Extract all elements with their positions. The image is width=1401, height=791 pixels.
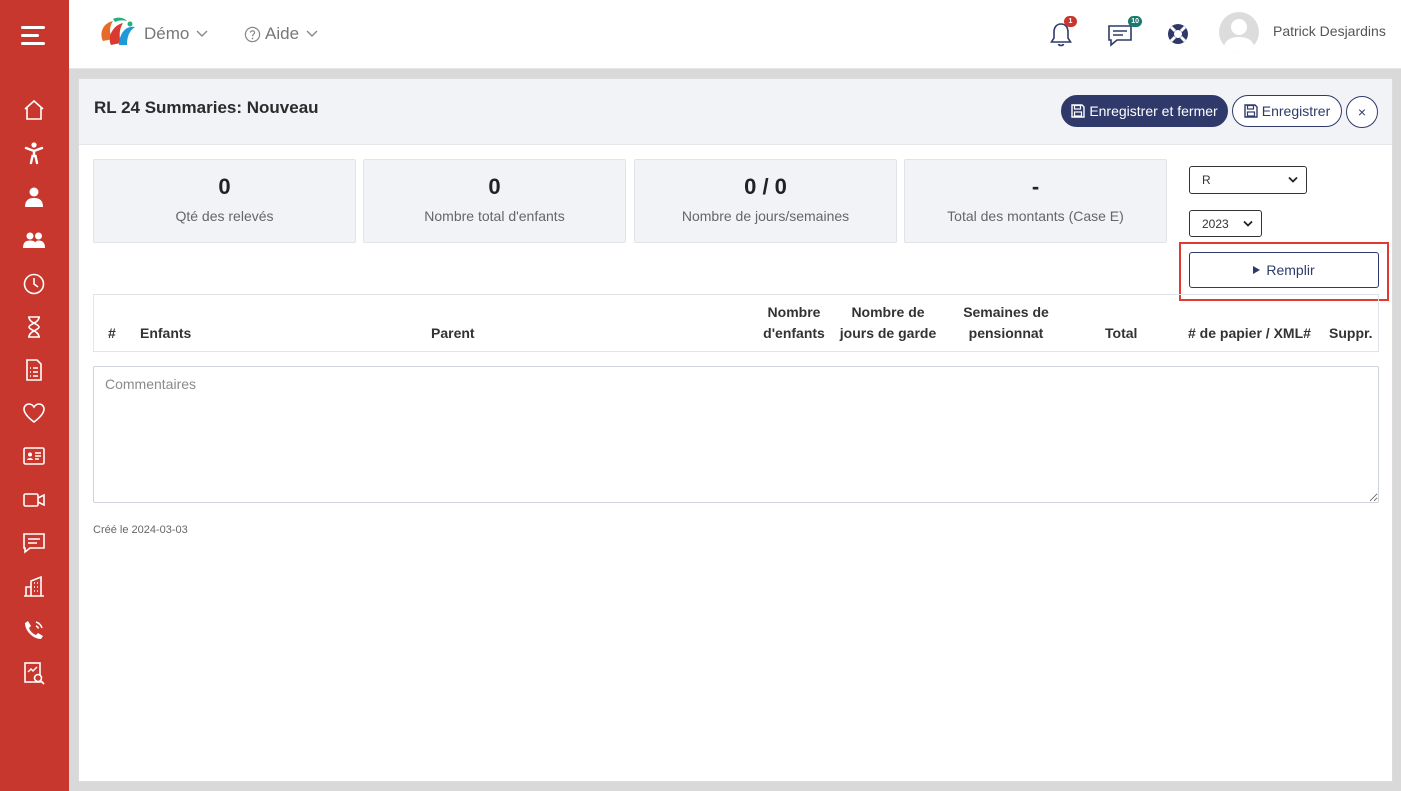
stat-value: 0 bbox=[218, 174, 231, 199]
chevron-down-icon bbox=[1288, 176, 1298, 183]
table-header: # Enfants Parent Nombre d'enfants Nombre … bbox=[93, 294, 1379, 352]
user-avatar-icon bbox=[1223, 19, 1255, 52]
play-icon bbox=[1253, 266, 1261, 274]
menu-toggle-icon[interactable] bbox=[21, 24, 47, 46]
col-number: # bbox=[108, 325, 116, 341]
year-select[interactable]: 2023 bbox=[1189, 210, 1262, 237]
col-paper-xml: # de papier / XML# bbox=[1188, 325, 1311, 341]
help-menu[interactable]: Aide bbox=[244, 24, 318, 44]
sidebar-item-home[interactable] bbox=[21, 97, 47, 123]
message-icon bbox=[23, 533, 45, 554]
invoice-icon bbox=[26, 359, 42, 381]
avatar[interactable] bbox=[1219, 12, 1259, 52]
stat-value: 0 / 0 bbox=[744, 174, 787, 199]
sidebar-item-timesheet[interactable] bbox=[21, 314, 47, 340]
building-icon bbox=[24, 575, 44, 597]
sidebar-item-reports[interactable] bbox=[21, 660, 47, 686]
id-card-icon bbox=[23, 447, 45, 465]
save-and-close-button[interactable]: Enregistrer et fermer bbox=[1061, 95, 1228, 127]
year-select-value: 2023 bbox=[1202, 216, 1229, 231]
stat-label: Nombre total d'enfants bbox=[424, 208, 565, 224]
sidebar-item-buildings[interactable] bbox=[21, 573, 47, 599]
col-children: Enfants bbox=[140, 325, 192, 341]
chevron-down-icon bbox=[196, 30, 208, 37]
users-icon bbox=[23, 232, 45, 248]
heart-icon bbox=[23, 403, 45, 424]
col-delete: Suppr. bbox=[1329, 325, 1373, 341]
help-menu-label: Aide bbox=[265, 24, 300, 43]
chevron-down-icon bbox=[1243, 220, 1253, 227]
stat-value: 0 bbox=[488, 174, 501, 199]
org-menu-label: Démo bbox=[144, 24, 190, 43]
sidebar-item-health[interactable] bbox=[21, 400, 47, 426]
col-total: Total bbox=[1105, 325, 1138, 341]
child-icon bbox=[24, 142, 44, 165]
stat-value: - bbox=[1031, 174, 1040, 199]
col-care-days: Nombre de jours de garde bbox=[839, 304, 937, 341]
org-menu[interactable]: Démo bbox=[144, 24, 208, 44]
sidebar-item-children[interactable] bbox=[21, 140, 47, 166]
stat-card-children: 0 Nombre total d'enfants bbox=[363, 159, 626, 243]
home-icon bbox=[24, 99, 44, 120]
stat-label: Total des montants (Case E) bbox=[947, 208, 1124, 224]
save-icon bbox=[1244, 104, 1258, 118]
sidebar-item-cards[interactable] bbox=[21, 443, 47, 469]
created-date: Créé le 2024-03-03 bbox=[93, 524, 188, 536]
top-bar: Démo Aide 1 10 Patrick Desjardins bbox=[69, 0, 1401, 69]
close-button[interactable]: × bbox=[1346, 96, 1378, 128]
phone-icon bbox=[25, 621, 43, 639]
fill-button[interactable]: Remplir bbox=[1189, 252, 1379, 288]
panel-header: RL 24 Summaries: Nouveau Enregistrer et … bbox=[79, 79, 1392, 145]
save-button[interactable]: Enregistrer bbox=[1232, 95, 1342, 127]
stat-label: Qté des relevés bbox=[175, 208, 274, 224]
sidebar-item-staff[interactable] bbox=[21, 184, 47, 210]
save-label: Enregistrer bbox=[1261, 103, 1331, 119]
clock-icon bbox=[23, 273, 45, 295]
help-circle-icon bbox=[244, 26, 261, 42]
stat-label: Nombre de jours/semaines bbox=[681, 208, 850, 224]
save-and-close-label: Enregistrer et fermer bbox=[1089, 103, 1218, 119]
report-icon bbox=[24, 662, 45, 685]
sidebar-item-groups[interactable] bbox=[21, 227, 47, 253]
video-icon bbox=[23, 493, 45, 507]
save-icon bbox=[1071, 104, 1086, 118]
sidebar bbox=[0, 0, 69, 791]
sidebar-item-calls[interactable] bbox=[21, 617, 47, 643]
notifications-button[interactable]: 1 bbox=[1048, 16, 1077, 48]
hourglass-icon bbox=[28, 316, 40, 338]
comments-textarea[interactable] bbox=[93, 366, 1379, 503]
close-icon: × bbox=[1357, 104, 1367, 120]
notifications-badge: 1 bbox=[1064, 16, 1077, 27]
stat-card-statements: 0 Qté des relevés bbox=[93, 159, 356, 243]
stat-card-days-weeks: 0 / 0 Nombre de jours/semaines bbox=[634, 159, 897, 243]
stat-card-total-amount: - Total des montants (Case E) bbox=[904, 159, 1167, 243]
type-select[interactable]: R bbox=[1189, 166, 1307, 194]
sidebar-item-billing[interactable] bbox=[21, 357, 47, 383]
support-button[interactable] bbox=[1165, 20, 1191, 48]
user-icon bbox=[25, 187, 43, 207]
messages-badge: 10 bbox=[1128, 16, 1142, 27]
col-parent: Parent bbox=[431, 325, 475, 341]
col-boarding-weeks: Semaines de pensionnat bbox=[963, 304, 1049, 341]
messages-button[interactable]: 10 bbox=[1107, 16, 1142, 48]
page-title: RL 24 Summaries: Nouveau bbox=[94, 98, 319, 117]
user-name[interactable]: Patrick Desjardins bbox=[1273, 23, 1386, 39]
chevron-down-icon bbox=[306, 30, 318, 37]
fill-label: Remplir bbox=[1266, 262, 1315, 278]
app-logo[interactable] bbox=[97, 15, 137, 53]
lifebuoy-icon bbox=[1168, 24, 1188, 44]
sidebar-item-messages[interactable] bbox=[21, 530, 47, 556]
type-select-value: R bbox=[1202, 173, 1211, 187]
sidebar-item-video[interactable] bbox=[21, 487, 47, 513]
rl24-summary-panel: RL 24 Summaries: Nouveau Enregistrer et … bbox=[78, 78, 1393, 782]
sidebar-item-attendance[interactable] bbox=[21, 271, 47, 297]
